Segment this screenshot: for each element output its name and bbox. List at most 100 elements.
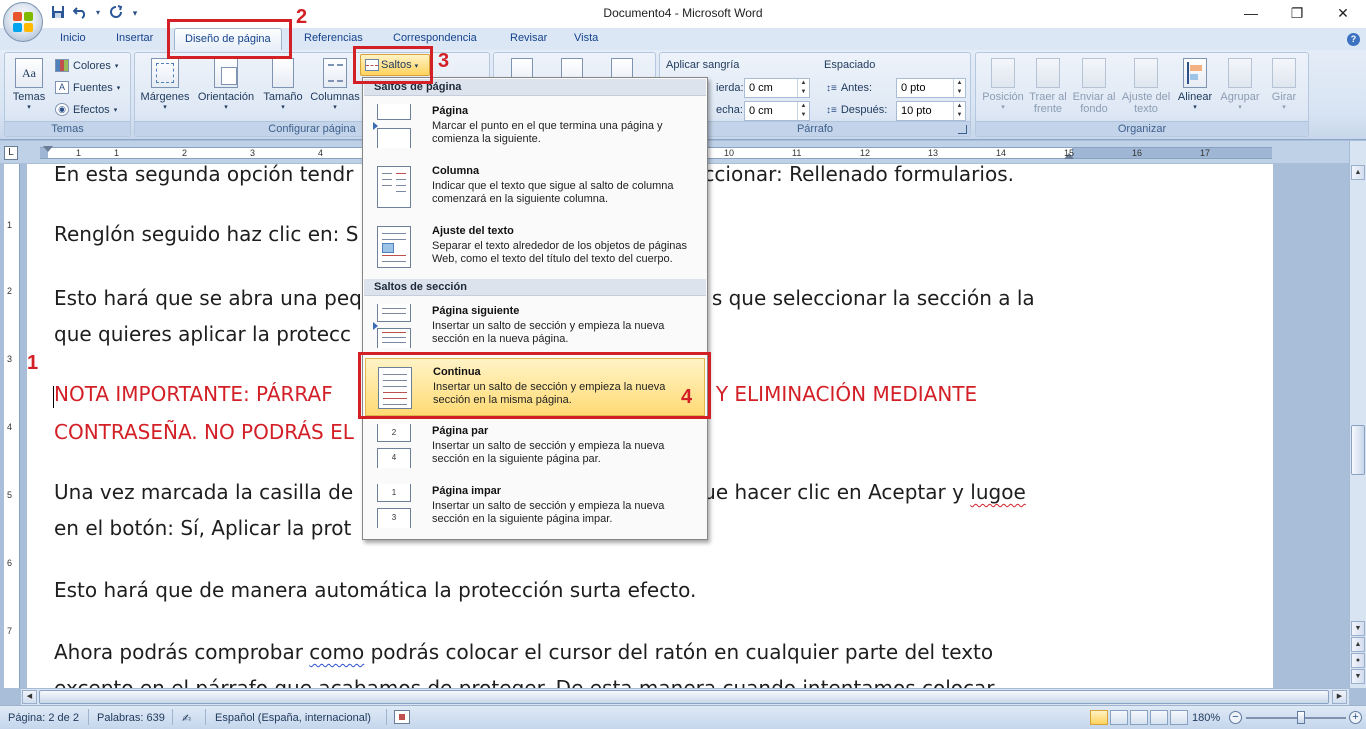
doc-line-9[interactable]: Esto hará que de manera automática la pr… xyxy=(54,572,696,608)
menu-item-pagina-par[interactable]: 2 4 Página par Insertar un salto de secc… xyxy=(365,418,705,476)
odd-page-section-break-icon: 1 3 xyxy=(375,484,411,530)
doc-line-8[interactable]: en el botón: Sí, Aplicar la prot xyxy=(54,510,351,546)
menu-item-pagina-impar[interactable]: 1 3 Página impar Insertar un salto de se… xyxy=(365,478,705,536)
even-page-section-break-icon: 2 4 xyxy=(375,424,411,470)
dialog-launcher-icon[interactable] xyxy=(958,125,967,134)
horizontal-scrollbar[interactable]: ◀ ▶ xyxy=(21,688,1349,705)
spin-arrows-icon[interactable]: ▲ ▼ xyxy=(797,79,809,97)
help-icon[interactable]: ? xyxy=(1347,33,1360,46)
page-count[interactable]: Página: 2 de 2 xyxy=(8,712,79,724)
status-bar: Página: 2 de 2 Palabras: 639 ✍ Español (… xyxy=(0,705,1366,729)
spin-arrows-icon[interactable]: ▲ ▼ xyxy=(953,102,965,120)
minimize-button[interactable]: — xyxy=(1228,0,1274,28)
posicion-button[interactable]: Posición ▾ xyxy=(978,56,1028,118)
annotation-box-3 xyxy=(353,46,433,84)
word-count[interactable]: Palabras: 639 xyxy=(97,712,165,724)
menu-item-ajuste-del-texto[interactable]: Ajuste del texto Separar el texto alrede… xyxy=(365,218,705,276)
saltos-dropdown-menu: Saltos de página Página Marcar el punto … xyxy=(362,77,708,540)
tamano-button[interactable]: Tamaño ▾ xyxy=(259,56,307,118)
doc-line-2[interactable]: Renglón seguido haz clic en: S xyxy=(54,216,358,252)
full-screen-reading-icon[interactable] xyxy=(1110,710,1128,725)
scroll-left-icon[interactable]: ◀ xyxy=(22,690,37,704)
draft-icon[interactable] xyxy=(1170,710,1188,725)
temas-button[interactable]: Aa Temas ▾ xyxy=(7,56,51,118)
sangria-derecha-input[interactable]: 0 cm ▲ ▼ xyxy=(744,101,810,121)
language[interactable]: Español (España, internacional) xyxy=(215,712,371,724)
office-button[interactable] xyxy=(3,2,43,42)
alinear-button[interactable]: Alinear ▾ xyxy=(1172,56,1218,118)
doc-line-11[interactable]: excepto en el párrafo que acabamos de pr… xyxy=(54,670,995,688)
efectos-icon: ◉ xyxy=(55,103,69,116)
enviar-al-fondo-button[interactable]: Enviar al fondo xyxy=(1070,56,1118,118)
annotation-number-2: 2 xyxy=(296,6,308,28)
macro-record-icon[interactable] xyxy=(394,710,410,724)
despues-label: ↕≡ Después: xyxy=(826,104,888,116)
vertical-scroll-thumb[interactable] xyxy=(1351,425,1365,475)
scroll-right-icon[interactable]: ▶ xyxy=(1332,690,1347,704)
window-title: Documento4 - Microsoft Word xyxy=(603,6,763,20)
tab-insertar[interactable]: Insertar xyxy=(116,32,153,44)
print-layout-icon[interactable] xyxy=(1090,710,1108,725)
next-page-icon[interactable]: ▼ xyxy=(1351,669,1365,684)
agrupar-button[interactable]: Agrupar ▾ xyxy=(1216,56,1264,118)
column-break-icon xyxy=(375,164,411,210)
doc-line-6[interactable]: CONTRASEÑA. NO PODRÁS EL xyxy=(54,414,354,450)
annotation-number-3: 3 xyxy=(438,50,450,72)
margenes-icon xyxy=(151,58,179,88)
fuentes-icon: A xyxy=(55,81,69,94)
tab-revisar[interactable]: Revisar xyxy=(510,32,547,44)
scroll-down-icon[interactable]: ▼ xyxy=(1351,621,1365,636)
espaciado-label: Espaciado xyxy=(824,59,876,71)
outline-icon[interactable] xyxy=(1150,710,1168,725)
view-buttons xyxy=(1090,710,1188,725)
doc-line-4[interactable]: que quieres aplicar la protecc xyxy=(54,316,351,352)
espaciado-antes-input[interactable]: 0 pto ▲ ▼ xyxy=(896,78,966,98)
enviar-al-fondo-icon xyxy=(1082,58,1106,88)
tab-vista[interactable]: Vista xyxy=(574,32,598,44)
izquierda-label: ierda: xyxy=(716,82,744,94)
espaciado-despues-input[interactable]: 10 pto ▲ ▼ xyxy=(896,101,966,121)
traer-al-frente-button[interactable]: Traer al frente xyxy=(1028,56,1068,118)
derecha-label: echa: xyxy=(716,104,743,116)
menu-item-pagina[interactable]: Página Marcar el punto en el que termina… xyxy=(365,98,705,156)
menu-item-columna[interactable]: Columna Indicar que el texto que sigue a… xyxy=(365,158,705,216)
temas-icon: Aa xyxy=(15,58,43,88)
spin-arrows-icon[interactable]: ▲ ▼ xyxy=(797,102,809,120)
doc-line-10[interactable]: Ahora podrás comprobar como podrás coloc… xyxy=(54,634,993,670)
orientacion-button[interactable]: Orientación ▾ xyxy=(195,56,257,118)
margenes-button[interactable]: Márgenes ▾ xyxy=(137,56,193,118)
zoom-in-icon[interactable]: + xyxy=(1349,711,1362,724)
menu-item-pagina-siguiente[interactable]: Página siguiente Insertar un salto de se… xyxy=(365,298,705,356)
fuentes-button[interactable]: A Fuentes ▾ xyxy=(55,81,120,94)
close-button[interactable]: ✕ xyxy=(1320,0,1366,28)
ajuste-del-texto-button[interactable]: Ajuste del texto xyxy=(1118,56,1174,118)
orientacion-icon xyxy=(214,58,238,88)
previous-page-icon[interactable]: ▲ xyxy=(1351,637,1365,652)
colores-button[interactable]: Colores ▾ xyxy=(55,59,118,72)
restore-button[interactable]: ❐ xyxy=(1274,0,1320,28)
scroll-up-icon[interactable]: ▲ xyxy=(1351,165,1365,180)
girar-icon xyxy=(1272,58,1296,88)
spin-arrows-icon[interactable]: ▲ ▼ xyxy=(953,79,965,97)
tab-correspondencia[interactable]: Correspondencia xyxy=(393,32,477,44)
spelling-check-icon[interactable]: ✍ xyxy=(182,712,191,725)
tab-selector-icon[interactable]: L xyxy=(4,146,18,160)
zoom-slider-handle[interactable] xyxy=(1297,711,1305,724)
efectos-button[interactable]: ◉ Efectos ▾ xyxy=(55,103,117,116)
group-organizar: Posición ▾ Traer al frente Enviar al fon… xyxy=(975,52,1309,137)
horizontal-scroll-thumb[interactable] xyxy=(39,690,1329,704)
annotation-number-4: 4 xyxy=(681,386,693,408)
zoom-slider[interactable] xyxy=(1246,717,1346,719)
web-layout-icon[interactable] xyxy=(1130,710,1148,725)
browse-object-icon[interactable]: ● xyxy=(1351,653,1365,668)
sangria-izquierda-input[interactable]: 0 cm ▲ ▼ xyxy=(744,78,810,98)
posicion-icon xyxy=(991,58,1015,88)
vertical-scrollbar[interactable]: ▲ ▼ ▲ ● ▼ xyxy=(1349,141,1366,688)
group-label-organizar: Organizar xyxy=(976,121,1308,136)
tab-inicio[interactable]: Inicio xyxy=(60,32,86,44)
girar-button[interactable]: Girar ▾ xyxy=(1262,56,1306,118)
tab-referencias[interactable]: Referencias xyxy=(304,32,363,44)
zoom-level[interactable]: 180% xyxy=(1192,712,1220,724)
indent-marker-icon[interactable] xyxy=(43,146,53,152)
zoom-out-icon[interactable]: − xyxy=(1229,711,1242,724)
